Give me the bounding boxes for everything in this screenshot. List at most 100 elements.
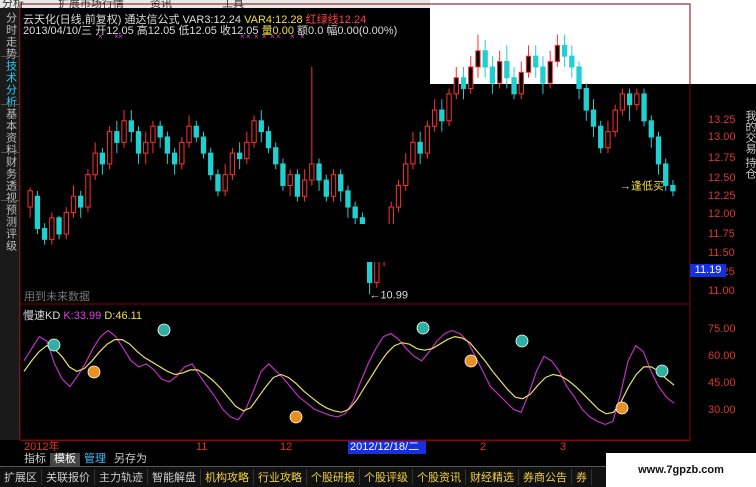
bottom-tab-stock-news[interactable]: 个股资讯 [413,469,466,485]
price-tick: 11.75 [708,228,735,240]
bottom-tab-broker-notice[interactable]: 券商公告 [519,469,572,485]
candle-body [135,131,142,154]
bottom-tab-more[interactable]: 券 [572,469,592,485]
save-as-button[interactable]: 另存为 [110,453,151,466]
kd-signal-icon [416,321,430,335]
right-side-panel[interactable]: 我的交易 持仓 [740,110,756,179]
ohlc-low: 低12.05 [178,25,217,37]
bottom-tab-smart-analysis[interactable]: 智能解盘 [148,469,201,485]
kd-tick: 45.00 [708,377,736,389]
candle-body [511,77,517,95]
kd-d-label: D: [104,310,116,322]
ohlc-close: 收12.05 [219,25,259,37]
price-tick: 12.75 [708,152,736,164]
candle-body [128,120,134,133]
candle-body [236,152,243,160]
indicator-button[interactable]: 指标 [20,453,50,466]
candle-body [605,131,611,149]
candle-body [106,131,113,165]
candle-body [612,109,618,133]
bottom-tab-research[interactable]: 个股研报 [307,469,360,485]
kd-signal-icon [655,364,669,378]
kd-signal-icon [87,365,101,379]
kd-k-line [23,329,675,426]
kd-signal-icon [47,338,61,352]
candle-body [273,147,279,165]
price-tick: 11.50 [708,247,735,259]
candle-body [518,71,524,95]
template-button[interactable]: 模板 [50,453,80,466]
candle-body [229,152,236,176]
candle-body [78,195,84,208]
candle-body [99,152,106,165]
candle-body [179,141,185,165]
kd-tick: 30.00 [708,404,736,416]
date-label: 11 [196,441,208,453]
candle-body [143,141,149,154]
date-label: 12 [280,441,293,453]
candle-body [186,125,192,143]
candle-body [619,93,626,111]
buy-signal-label: →逢低买 [620,179,664,192]
candle-body [294,174,301,197]
candle-body [439,109,445,122]
future-data-note: 用到未来数据 [24,291,90,303]
candle-body [338,174,344,192]
occluded-area [170,224,586,262]
candle-body [345,190,351,208]
candle-body [626,93,633,106]
kd-signal-icon [464,354,478,368]
candle-body [634,93,640,106]
candle-body [576,66,582,89]
candle-body [453,77,459,95]
bottom-tab-related-quotes[interactable]: 关联报价 [42,469,95,485]
kd-d-value: 46.11 [115,310,143,322]
candle-body [590,109,597,127]
bottom-tab-industry[interactable]: 行业攻略 [254,469,307,485]
candle-body [70,195,77,213]
candle-body [171,152,178,165]
candle-body [468,66,474,89]
kd-tick: 75.00 [708,323,736,335]
candle-body [265,131,272,149]
candle-body [417,141,423,154]
bottom-tab-institution[interactable]: 机构攻略 [201,469,254,485]
candle-body [431,109,438,127]
candle-body [121,120,127,143]
price-tick: 12.50 [708,172,736,184]
ohlc-amount: 额0.0 [297,25,324,37]
bottom-tab-main-force[interactable]: 主力轨迹 [95,469,148,485]
ohlc-high: 高12.05 [136,25,176,37]
date-label: 2 [480,441,487,453]
candle-body [424,125,431,154]
candle-body [244,141,250,160]
candle-body [309,163,315,181]
manage-button[interactable]: 管理 [80,453,110,466]
candle-body [56,217,62,235]
candle-body [287,174,293,186]
bottom-tab-extension[interactable]: 扩展区 [0,469,42,485]
bottom-tab-finance-picks[interactable]: 财经精选 [466,469,519,485]
date-label: 3 [560,441,567,453]
candle-body [641,93,647,122]
candle-body [489,66,496,84]
candle-body [598,125,604,149]
ohlc-info: 2013/04/10/三 开12.05 高12.05 低12.05 收12.05… [23,22,397,38]
kd-signal-icon [289,410,303,424]
candle-body [663,163,669,186]
kd-panel-frame [19,303,691,441]
candle-body [569,55,575,68]
kd-k-label: K: [63,310,74,322]
candle-body [85,174,91,208]
bottom-tab-rating[interactable]: 个股评级 [360,469,413,485]
low-price-label: ←10.99 [369,289,408,301]
candle-body [92,152,98,176]
candle-body [446,93,452,122]
candle-body [496,61,503,84]
candle-body [504,61,510,79]
price-tick: 13.00 [708,131,736,143]
candle-body [330,174,337,197]
candle-body [114,131,120,143]
price-tick: 12.25 [708,190,736,202]
candle-body [475,50,481,68]
